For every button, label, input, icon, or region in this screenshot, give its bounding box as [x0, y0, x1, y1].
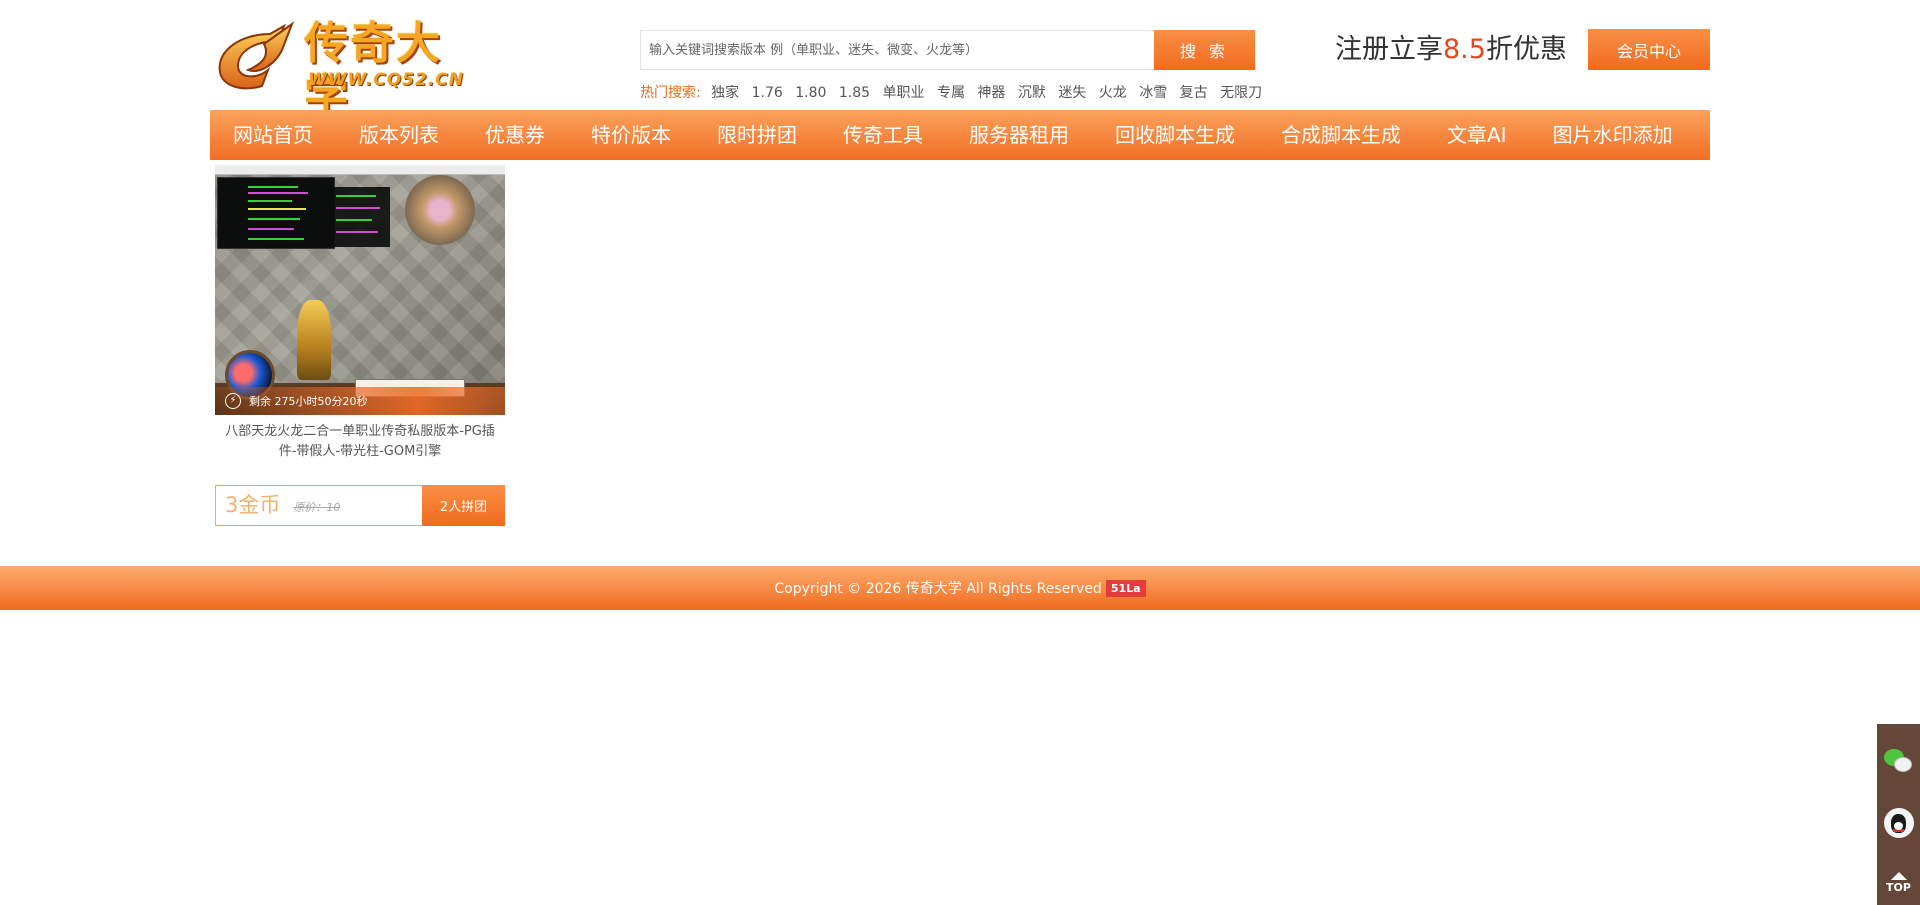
hot-search-item[interactable]: 迷失 [1058, 85, 1086, 101]
group-buy-button[interactable]: 2人拼团 [422, 485, 505, 526]
search-input[interactable] [641, 31, 1164, 69]
footer: Copyright © 2026 传奇大学 All Rights Reserve… [0, 566, 1920, 610]
hot-search-item[interactable]: 沉默 [1018, 85, 1046, 101]
nav-item-specials[interactable]: 特价版本 [591, 110, 671, 160]
nav-item-group-buy[interactable]: 限时拼团 [717, 110, 797, 160]
countdown-bar: ⚡ 剩余 275小时50分20秒 [215, 387, 505, 415]
hot-search-item[interactable]: 复古 [1180, 85, 1208, 101]
nav-item-server-rental[interactable]: 服务器租用 [969, 110, 1069, 160]
wechat-icon [1882, 747, 1916, 775]
hot-search-item[interactable]: 冰雪 [1139, 85, 1167, 101]
promo-prefix: 注册立享 [1335, 34, 1443, 65]
nav-item-tools[interactable]: 传奇工具 [843, 110, 923, 160]
nav-item-home[interactable]: 网站首页 [233, 110, 313, 160]
site-logo[interactable]: 传奇大学 WWW.CQ52.CN [212, 18, 482, 121]
logo-emblem-icon [218, 21, 295, 90]
hot-search-item[interactable]: 1.80 [795, 85, 826, 101]
header: 传奇大学 WWW.CQ52.CN 搜 索 热门搜索: 独家 1.76 1.80 … [210, 0, 1710, 121]
hot-search-item[interactable]: 神器 [977, 85, 1005, 101]
back-to-top-button[interactable]: TOP [1877, 858, 1920, 905]
hot-search-item[interactable]: 无限刀 [1220, 85, 1262, 101]
nav-item-article-ai[interactable]: 文章AI [1447, 110, 1507, 160]
logo-url: WWW.CQ52.CN [308, 70, 464, 90]
nav-item-coupons[interactable]: 优惠券 [485, 110, 545, 160]
hot-search: 热门搜索: 独家 1.76 1.80 1.85 单职业 专属 神器 沉默 迷失 … [640, 83, 1270, 103]
nav-item-compose-script[interactable]: 合成脚本生成 [1281, 110, 1401, 160]
arrow-up-icon [1890, 872, 1907, 880]
wechat-button[interactable] [1877, 736, 1920, 786]
hot-search-item[interactable]: 1.76 [752, 85, 783, 101]
stats-badge[interactable]: 51La [1105, 579, 1146, 597]
product-thumbnail[interactable]: ⚡ 剩余 275小时50分20秒 [215, 165, 505, 415]
nav-item-versions[interactable]: 版本列表 [359, 110, 439, 160]
product-title[interactable]: 八部天龙火龙二合一单职业传奇私服版本-PG插件-带假人-带光柱-GOM引擎 [215, 422, 505, 464]
hot-search-item[interactable]: 火龙 [1099, 85, 1127, 101]
lightning-icon: ⚡ [225, 393, 241, 409]
copyright-text: Copyright © 2026 传奇大学 All Rights Reserve… [774, 581, 1102, 597]
hot-search-item[interactable]: 1.85 [839, 85, 870, 101]
search-box [640, 30, 1164, 70]
register-promo: 注册立享8.5折优惠 [1335, 34, 1567, 66]
original-price: 原价：10 [293, 501, 341, 514]
countdown-text: 剩余 275小时50分20秒 [249, 395, 368, 408]
top-label: TOP [1886, 881, 1911, 894]
promo-discount: 8.5 [1443, 34, 1486, 65]
hot-search-item[interactable]: 独家 [711, 85, 739, 101]
floating-sidebar: TOP [1877, 724, 1920, 905]
qq-button[interactable] [1877, 798, 1920, 848]
product-card: ⚡ 剩余 275小时50分20秒 八部天龙火龙二合一单职业传奇私服版本-PG插件… [215, 165, 505, 526]
current-price: 3金币 [225, 493, 281, 517]
member-center-button[interactable]: 会员中心 [1588, 29, 1710, 70]
promo-suffix: 折优惠 [1485, 34, 1567, 65]
price-row: 3金币 原价：10 2人拼团 [215, 485, 505, 526]
hot-search-item[interactable]: 单职业 [883, 85, 925, 101]
hot-search-label: 热门搜索: [640, 85, 701, 101]
qq-icon [1883, 808, 1914, 838]
main-nav: 网站首页 版本列表 优惠券 特价版本 限时拼团 传奇工具 服务器租用 回收脚本生… [210, 110, 1710, 160]
nav-item-recycle-script[interactable]: 回收脚本生成 [1115, 110, 1235, 160]
nav-item-watermark[interactable]: 图片水印添加 [1553, 110, 1673, 160]
hot-search-item[interactable]: 专属 [937, 85, 965, 101]
search-button[interactable]: 搜 索 [1154, 30, 1255, 70]
